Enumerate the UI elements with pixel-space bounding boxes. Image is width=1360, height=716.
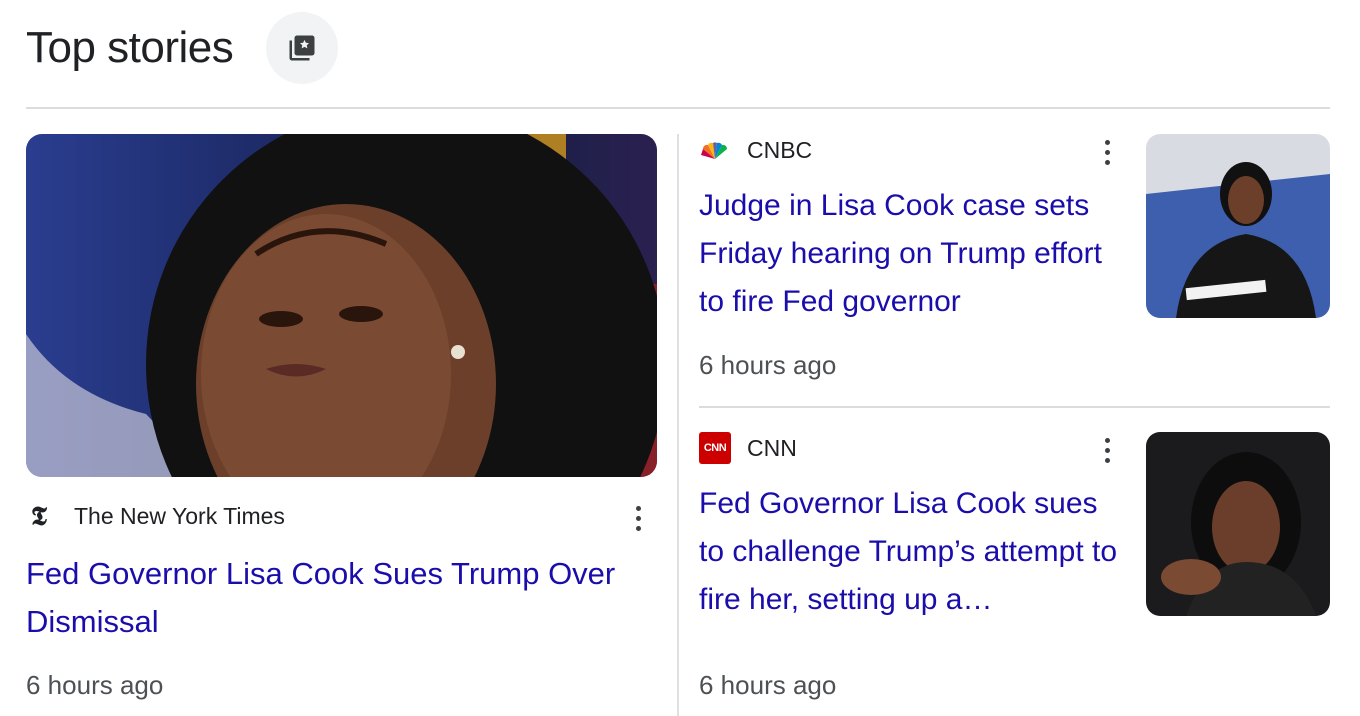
- cnn-logo-icon: CNN: [699, 432, 731, 464]
- story-2-source-name: CNBC: [747, 137, 813, 163]
- story-2-more-vert-icon[interactable]: [1095, 134, 1119, 170]
- nyt-logo-icon: 𝕿: [31, 501, 47, 532]
- story-3-headline[interactable]: Fed Governor Lisa Cook sues to challenge…: [699, 480, 1124, 624]
- story-1-headline[interactable]: Fed Governor Lisa Cook Sues Trump Over D…: [26, 550, 656, 646]
- story-1-source-name: The New York Times: [74, 503, 285, 529]
- story-3-thumbnail[interactable]: [1146, 432, 1330, 616]
- star-collection-icon: [289, 35, 315, 61]
- story-3-source[interactable]: CNN CNN: [699, 432, 797, 464]
- story-1-source[interactable]: 𝕿 The New York Times: [26, 503, 285, 530]
- top-stories-feature-button[interactable]: [266, 12, 338, 84]
- story-2-headline[interactable]: Judge in Lisa Cook case sets Friday hear…: [699, 182, 1124, 326]
- story-3-source-name: CNN: [747, 434, 797, 461]
- header-divider: [26, 107, 1330, 109]
- story-1-more-vert-icon[interactable]: [626, 500, 650, 536]
- story-3-time: 6 hours ago: [699, 670, 837, 700]
- story-3-more-vert-icon[interactable]: [1095, 432, 1119, 468]
- section-title: Top stories: [26, 23, 234, 72]
- story-2-source[interactable]: CNBC: [699, 137, 812, 164]
- story-1-image[interactable]: [26, 134, 657, 477]
- story-divider: [699, 406, 1330, 408]
- story-1-time: 6 hours ago: [26, 670, 164, 700]
- story-2-time: 6 hours ago: [699, 350, 837, 380]
- cnbc-peacock-icon: [701, 141, 728, 159]
- column-divider: [677, 134, 679, 716]
- story-2-thumbnail[interactable]: [1146, 134, 1330, 318]
